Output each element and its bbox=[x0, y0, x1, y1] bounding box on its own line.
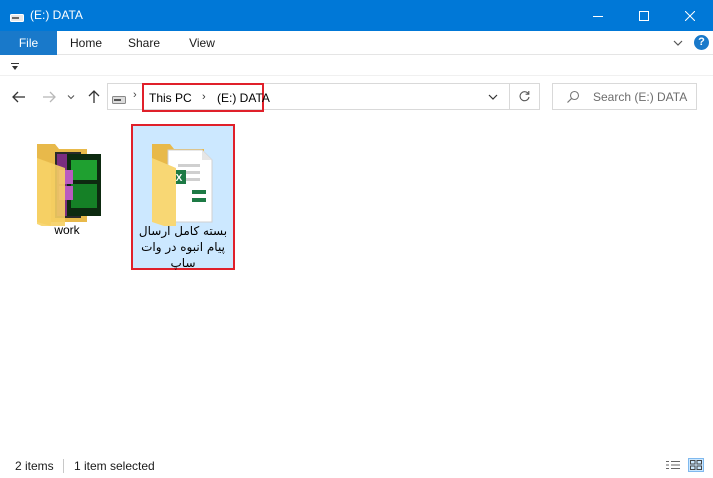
folder-name: work bbox=[54, 223, 80, 237]
chevron-down-icon bbox=[488, 94, 498, 100]
details-view-button[interactable] bbox=[665, 458, 681, 472]
arrow-up-icon bbox=[88, 90, 100, 103]
folder-item-work[interactable]: work bbox=[15, 124, 119, 244]
breadcrumb-data-drive[interactable]: (E:) DATA bbox=[217, 91, 270, 105]
search-input[interactable]: Search (E:) DATA bbox=[552, 83, 697, 110]
status-bar: 2 items 1 item selected bbox=[0, 453, 713, 478]
up-button[interactable] bbox=[85, 88, 103, 106]
close-button[interactable] bbox=[667, 0, 713, 31]
maximize-button[interactable] bbox=[621, 0, 667, 31]
arrow-left-icon bbox=[12, 91, 25, 103]
svg-text:X: X bbox=[176, 173, 183, 184]
status-divider bbox=[63, 459, 64, 473]
drive-icon bbox=[112, 93, 126, 104]
tab-home[interactable]: Home bbox=[57, 31, 115, 55]
selection-status: 1 item selected bbox=[74, 459, 155, 473]
breadcrumb-separator[interactable]: › bbox=[133, 89, 137, 101]
title-bar: (E:) DATA bbox=[0, 0, 713, 31]
tab-file[interactable]: File bbox=[0, 31, 57, 55]
breadcrumb-this-pc[interactable]: This PC bbox=[149, 91, 192, 105]
folder-item-whatsapp-package[interactable]: X بسته کامل ارسال پیام انبوه در وات ساپ bbox=[131, 124, 235, 270]
help-icon[interactable]: ? bbox=[694, 35, 709, 50]
tab-view[interactable]: View bbox=[173, 31, 231, 55]
forward-button[interactable] bbox=[40, 88, 58, 106]
address-history-button[interactable] bbox=[486, 90, 500, 104]
maximize-icon bbox=[639, 10, 649, 21]
breadcrumb-separator[interactable]: › bbox=[202, 91, 206, 103]
refresh-icon bbox=[519, 91, 530, 102]
tab-share[interactable]: Share bbox=[115, 31, 173, 55]
search-placeholder: Search (E:) DATA bbox=[593, 90, 688, 104]
close-icon bbox=[685, 10, 695, 21]
recent-locations-button[interactable] bbox=[65, 88, 77, 106]
chevron-down-icon bbox=[67, 95, 75, 100]
folder-icon: X bbox=[142, 130, 226, 230]
back-button[interactable] bbox=[10, 88, 28, 106]
breadcrumb: This PC › (E:) DATA bbox=[142, 83, 270, 112]
search-icon bbox=[566, 90, 580, 104]
arrow-right-icon bbox=[43, 91, 56, 103]
file-list[interactable]: work X بسته کامل ارسال پیام انبوه در وات bbox=[0, 118, 713, 453]
ribbon: File Home Share View ? bbox=[0, 31, 713, 55]
address-bar[interactable]: › This PC › (E:) DATA bbox=[107, 83, 510, 112]
large-icons-view-icon bbox=[690, 460, 702, 470]
window-title: (E:) DATA bbox=[30, 8, 83, 22]
minimize-icon bbox=[593, 15, 603, 17]
refresh-button[interactable] bbox=[510, 83, 540, 110]
item-count: 2 items bbox=[15, 459, 54, 473]
quick-access-toolbar bbox=[0, 55, 713, 76]
customize-toolbar-icon[interactable] bbox=[10, 61, 20, 71]
minimize-button[interactable] bbox=[575, 0, 621, 31]
expand-ribbon-icon[interactable] bbox=[670, 35, 686, 51]
navigation-bar: › This PC › (E:) DATA Search (E:) DATA bbox=[0, 76, 713, 118]
folder-icon bbox=[25, 130, 109, 230]
details-view-icon bbox=[666, 461, 680, 469]
folder-name: بسته کامل ارسال پیام انبوه در وات ساپ bbox=[138, 224, 228, 270]
large-icons-view-button[interactable] bbox=[688, 458, 704, 472]
drive-icon bbox=[10, 11, 24, 22]
